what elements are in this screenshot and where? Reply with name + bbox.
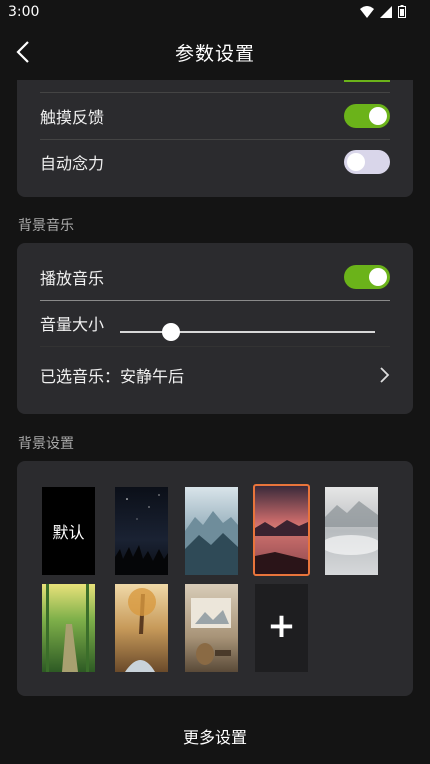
touch-feedback-label: 触摸反馈 [40, 108, 105, 127]
battery-icon [398, 5, 406, 18]
section-title-music: 背景音乐 [18, 218, 74, 234]
background-thumb-night-forest[interactable] [115, 487, 168, 575]
tea-room-image [191, 598, 231, 665]
top-bar: 参数设置 [0, 26, 430, 80]
volume-slider-track [120, 331, 375, 333]
selected-music-label: 已选音乐：安静午后 [40, 367, 185, 386]
volume-label: 音量大小 [40, 315, 105, 334]
background-thumb-cloud-mist[interactable] [325, 487, 378, 575]
background-thumb-misty-mountains[interactable] [185, 487, 238, 575]
background-thumb-bamboo-path[interactable] [42, 584, 95, 672]
chevron-right-icon [380, 367, 390, 383]
default-background-label: 默认 [52, 523, 85, 542]
background-thumb-tea-room[interactable] [185, 584, 238, 672]
bamboo-image [46, 584, 89, 672]
background-thumb-default[interactable]: 默认 [42, 487, 95, 575]
divider [40, 346, 390, 347]
auto-mind-label: 自动念力 [40, 154, 105, 173]
autumn-stream-image [125, 588, 156, 672]
auto-mind-toggle[interactable] [344, 150, 390, 174]
cell-signal-icon [380, 5, 392, 18]
more-settings-button[interactable]: 更多设置 [0, 724, 430, 748]
setting-row-auto-mind: 自动念力 [40, 139, 390, 185]
selected-music-row[interactable]: 已选音乐：安静午后 [40, 352, 390, 398]
clouds-image [325, 501, 378, 555]
sunset-lake-image [255, 520, 308, 574]
setting-row-play-music: 播放音乐 [40, 254, 390, 300]
status-time: 3:00 [8, 4, 40, 20]
plus-icon: + [267, 606, 296, 646]
background-thumb-autumn-stream[interactable] [115, 584, 168, 672]
section-title-background: 背景设置 [18, 436, 74, 452]
play-music-label: 播放音乐 [40, 269, 105, 288]
setting-row-touch-feedback: 触摸反馈 [40, 93, 390, 139]
volume-slider-thumb[interactable] [162, 323, 180, 341]
mountains-image [185, 511, 238, 575]
scrolled-toggle-edge [344, 80, 390, 82]
status-bar: 3:00 [0, 0, 430, 26]
page-title: 参数设置 [174, 43, 255, 65]
volume-slider[interactable] [120, 322, 375, 342]
add-background-button[interactable]: + [255, 584, 308, 672]
background-thumb-sunset-lake[interactable] [253, 484, 310, 576]
wifi-icon [360, 5, 374, 18]
play-music-toggle[interactable] [344, 265, 390, 289]
general-settings-card: 触摸反馈 自动念力 [17, 80, 413, 197]
forest-silhouette [115, 494, 168, 575]
touch-feedback-toggle[interactable] [344, 104, 390, 128]
